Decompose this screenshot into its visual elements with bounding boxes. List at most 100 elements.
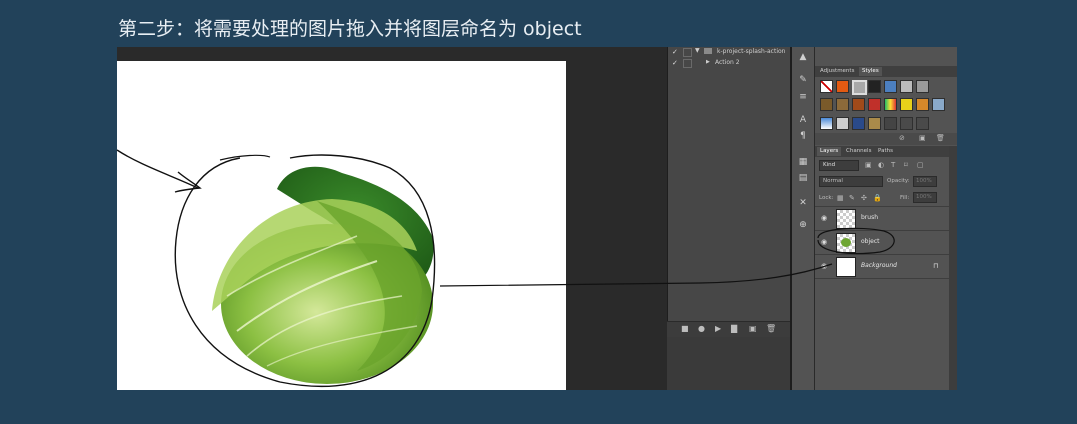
character-icon[interactable]: A [797, 114, 809, 126]
style-swatch[interactable] [836, 80, 849, 93]
styles-footer: ⊘ ▣ 🗑 [815, 133, 957, 145]
photoshop-screenshot: ✓ ▼ k-project-splash-action ✓ ▶ Action 2… [117, 47, 957, 390]
layer-name[interactable]: object [861, 238, 880, 245]
lock-position-icon[interactable]: ✣ [861, 194, 867, 202]
opacity-value: 100% [916, 178, 932, 184]
layers-tabbar: Layers Channels Paths [815, 146, 957, 157]
style-swatch[interactable] [900, 80, 913, 93]
action-label: Action 2 [715, 59, 740, 66]
actions-toolbar: ■ ● ▶ ▇ ▣ 🗑 [667, 321, 790, 338]
blend-mode-dropdown[interactable]: Normal [819, 176, 883, 187]
trash-icon[interactable]: 🗑 [766, 324, 776, 333]
opacity-field[interactable]: 100% [913, 176, 937, 187]
style-swatch[interactable] [852, 117, 865, 130]
step-heading: 第二步：将需要处理的图片拖入并将图层命名为 object [118, 18, 582, 40]
style-swatch[interactable] [932, 98, 945, 111]
lock-pixels-icon[interactable]: ✎ [849, 194, 855, 202]
fill-field[interactable]: 100% [913, 192, 937, 203]
eye-icon[interactable]: ◉ [821, 238, 827, 246]
style-swatch[interactable] [852, 80, 867, 95]
layer-row-brush[interactable]: ◉ brush [815, 207, 949, 231]
style-swatch[interactable] [900, 98, 913, 111]
fill-value: 100% [916, 194, 932, 200]
filter-pixel-icon[interactable]: ▣ [865, 161, 872, 169]
style-swatch[interactable] [884, 80, 897, 93]
collapsed-panel-icons: ▲ ✎ ≡ A ¶ ▦ ▤ ✕ ⊕ [792, 47, 815, 390]
cabbage-image [212, 166, 434, 384]
tab-paths[interactable]: Paths [875, 147, 896, 156]
style-swatch[interactable] [884, 98, 897, 111]
style-swatch[interactable] [820, 98, 833, 111]
actions-panel: ✓ ▼ k-project-splash-action ✓ ▶ Action 2 [667, 47, 791, 337]
histogram-icon[interactable]: ▲ [797, 51, 809, 63]
check-icon[interactable]: ✓ [672, 48, 680, 56]
notes-icon[interactable]: ▤ [797, 172, 809, 184]
style-swatch[interactable] [868, 80, 881, 93]
tab-channels[interactable]: Channels [843, 147, 874, 156]
eye-icon[interactable]: ◉ [821, 262, 827, 270]
lock-icon: ⊓ [933, 262, 939, 270]
style-swatch[interactable] [884, 117, 897, 130]
layer-thumbnail [836, 209, 856, 229]
play-icon[interactable]: ▶ [715, 324, 721, 333]
style-swatch[interactable] [916, 80, 929, 93]
record-icon[interactable]: ● [698, 324, 705, 333]
document-canvas-area[interactable] [117, 47, 667, 390]
brush-settings-icon[interactable]: ✎ [797, 74, 809, 86]
style-swatch[interactable] [868, 98, 881, 111]
clone-source-icon[interactable]: ⊕ [797, 219, 809, 231]
tools-icon[interactable]: ✕ [797, 197, 809, 209]
layers-scrollbar[interactable] [949, 146, 957, 390]
style-swatch[interactable] [852, 98, 865, 111]
opacity-label: Opacity: [887, 178, 910, 184]
new-set-folder-icon[interactable]: ▇ [731, 324, 737, 333]
check-icon[interactable]: ✓ [672, 59, 680, 67]
adjustments-styles-tabbar: Adjustments Styles [815, 66, 957, 77]
filter-adjustment-icon[interactable]: ◐ [878, 161, 884, 169]
style-swatch[interactable] [836, 98, 849, 111]
stop-icon[interactable]: ■ [681, 324, 689, 333]
document-canvas[interactable] [117, 61, 566, 390]
folder-icon [704, 48, 712, 54]
layer-row-object[interactable]: ◉ object [815, 231, 949, 255]
layer-filter-dropdown[interactable]: Kind [819, 160, 859, 171]
style-swatch[interactable] [916, 117, 929, 130]
filter-kind-label: Kind [823, 162, 836, 168]
fill-label: Fill: [900, 195, 910, 201]
dialog-toggle-box[interactable] [683, 59, 692, 68]
dialog-toggle-box[interactable] [683, 48, 692, 57]
new-style-icon[interactable]: ▣ [919, 134, 926, 142]
style-swatch[interactable] [916, 98, 929, 111]
tab-adjustments[interactable]: Adjustments [817, 67, 857, 76]
triangle-collapsed-icon[interactable]: ▶ [706, 59, 710, 65]
style-swatch[interactable] [868, 117, 881, 130]
right-panel-dock: Adjustments Styles ⊘ ▣ 🗑 Layers Channels… [815, 47, 957, 390]
filter-type-icon[interactable]: T [891, 161, 895, 169]
filter-smart-icon[interactable]: ▢ [917, 161, 924, 169]
paragraph-icon[interactable]: ¶ [797, 130, 809, 142]
filter-shape-icon[interactable]: ⌑ [904, 161, 908, 169]
layer-row-background[interactable]: ◉ Background ⊓ [815, 255, 949, 279]
style-swatch[interactable] [900, 117, 913, 130]
navigator-icon[interactable]: ▦ [797, 156, 809, 168]
layer-name[interactable]: Background [861, 262, 897, 269]
action-row[interactable]: ✓ ▶ Action 2 [668, 58, 791, 70]
clear-style-icon[interactable]: ⊘ [899, 134, 905, 142]
layer-name[interactable]: brush [861, 214, 878, 221]
action-set-label: k-project-splash-action [717, 48, 786, 55]
layer-thumbnail [836, 257, 856, 277]
adjust-sliders-icon[interactable]: ≡ [797, 91, 809, 103]
eye-icon[interactable]: ◉ [821, 214, 827, 222]
lock-transparency-icon[interactable]: ▦ [837, 194, 844, 202]
lock-all-icon[interactable]: 🔒 [873, 194, 882, 202]
actions-panel-footer [667, 337, 790, 390]
style-swatch[interactable] [820, 80, 833, 93]
tab-layers[interactable]: Layers [817, 147, 842, 156]
blend-mode-value: Normal [823, 178, 843, 184]
style-swatch[interactable] [836, 117, 849, 130]
new-action-icon[interactable]: ▣ [749, 324, 757, 333]
style-swatch[interactable] [820, 117, 833, 130]
trash-icon[interactable]: 🗑 [936, 134, 945, 142]
tab-styles[interactable]: Styles [859, 67, 882, 76]
triangle-expand-icon[interactable]: ▼ [695, 47, 700, 54]
